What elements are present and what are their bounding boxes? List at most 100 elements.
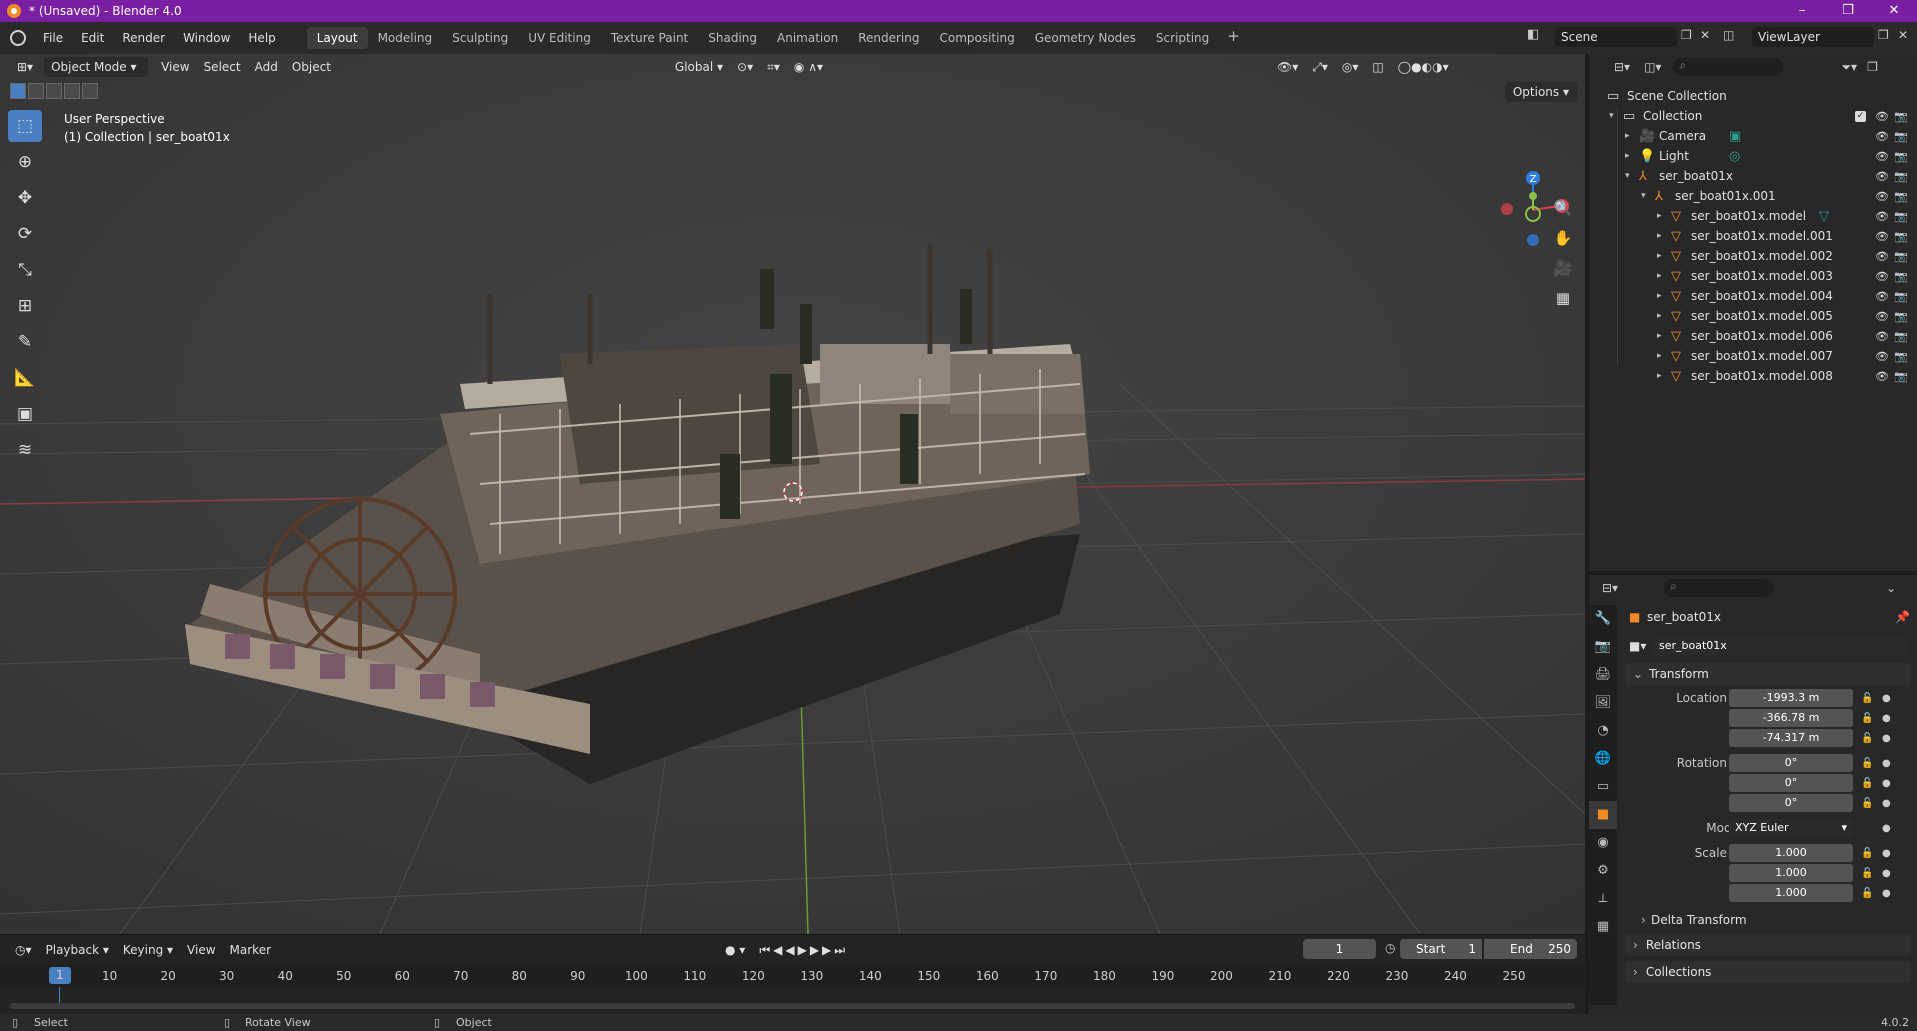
- keyframe-dot-icon[interactable]: ●: [1882, 693, 1891, 704]
- keyframe-dot-icon[interactable]: ●: [1882, 868, 1891, 879]
- timeline-ruler[interactable]: 1 10 20 30 40 50 60 70 80 90 100 110 120 130 140 150 16…: [0, 965, 1585, 987]
- eye-icon[interactable]: 👁: [1875, 150, 1889, 163]
- data-link-icon[interactable]: ◎: [1729, 149, 1740, 164]
- gizmo-toggle-icon[interactable]: ⤢▾: [1305, 57, 1335, 77]
- render-camera-icon[interactable]: 📷: [1894, 250, 1908, 263]
- filter-icon[interactable]: ⏷▾: [1841, 60, 1857, 75]
- menu-marker[interactable]: Marker: [223, 940, 278, 960]
- render-camera-icon[interactable]: 📷: [1894, 210, 1908, 223]
- tab-geometry-nodes[interactable]: Geometry Nodes: [1025, 27, 1146, 49]
- expand-arrow-icon[interactable]: ▸: [1657, 211, 1662, 221]
- pin-icon[interactable]: 📌: [1895, 610, 1910, 624]
- expand-arrow-icon[interactable]: ▸: [1657, 231, 1662, 241]
- properties-editor-type-icon[interactable]: ⊟▾: [1602, 581, 1618, 595]
- tab-sculpting[interactable]: Sculpting: [442, 27, 518, 49]
- output-tab-icon[interactable]: 🖨: [1589, 661, 1617, 689]
- render-camera-icon[interactable]: 📷: [1894, 350, 1908, 363]
- timeline-scrollbar[interactable]: [10, 1003, 1575, 1009]
- location-x-field[interactable]: -1993.3 m: [1729, 689, 1853, 707]
- current-frame-field[interactable]: 1: [1303, 939, 1376, 959]
- keyframe-dot-icon[interactable]: ●: [1882, 713, 1891, 724]
- collection-tab-icon[interactable]: ▭: [1589, 773, 1617, 801]
- eye-icon[interactable]: 👁: [1875, 170, 1889, 183]
- outliner-item-model-008[interactable]: ▸ ▽ ser_boat01x.model.008 👁 📷: [1589, 366, 1917, 386]
- options-button[interactable]: Options ▾: [1504, 82, 1577, 102]
- tool-tab-icon[interactable]: 🔧: [1589, 605, 1617, 633]
- remove-scene-icon[interactable]: ✕: [1700, 28, 1710, 42]
- render-camera-icon[interactable]: 📷: [1894, 310, 1908, 323]
- keyframe-dot-icon[interactable]: ●: [1882, 848, 1891, 859]
- new-collection-icon[interactable]: ❐: [1867, 60, 1878, 74]
- location-z-field[interactable]: -74.317 m: [1729, 729, 1853, 747]
- current-frame-indicator[interactable]: 1: [49, 967, 71, 984]
- blender-menu-icon[interactable]: [10, 30, 26, 46]
- render-camera-icon[interactable]: 📷: [1894, 370, 1908, 383]
- view-layer-tab-icon[interactable]: 🖼: [1589, 689, 1617, 717]
- outliner-item-model-005[interactable]: ▸ ▽ ser_boat01x.model.005 👁 📷: [1589, 306, 1917, 326]
- outliner-item-model-004[interactable]: ▸ ▽ ser_boat01x.model.004 👁 📷: [1589, 286, 1917, 306]
- record-button[interactable]: ● ▾: [718, 940, 752, 960]
- start-frame-field[interactable]: Start 1: [1400, 939, 1482, 959]
- orientation-dropdown[interactable]: Global ▾: [668, 57, 730, 77]
- eye-icon[interactable]: 👁: [1875, 270, 1889, 283]
- pan-hand-icon[interactable]: ✋: [1551, 226, 1575, 250]
- minimize-button[interactable]: –: [1779, 0, 1825, 22]
- eye-icon[interactable]: 👁: [1875, 190, 1889, 203]
- camera-view-icon[interactable]: 🎥: [1551, 256, 1575, 280]
- data-link-icon[interactable]: ▽: [1819, 209, 1829, 224]
- add-cube-tool-icon[interactable]: ▣: [8, 398, 42, 430]
- rotation-mode-dropdown[interactable]: XYZ Euler ▾: [1729, 819, 1853, 837]
- menu-object[interactable]: Object: [285, 57, 338, 77]
- outliner-item-camera[interactable]: ▸ 🎥 Camera ▣ 👁 📷: [1589, 126, 1917, 146]
- rotate-tool-icon[interactable]: ⟳: [8, 218, 42, 250]
- datablock-type-icon[interactable]: ■▾: [1629, 639, 1646, 653]
- lock-icon[interactable]: 🔓: [1861, 848, 1873, 859]
- proportional-edit-icon[interactable]: ◉ ∧▾: [787, 57, 830, 77]
- eye-icon[interactable]: 👁: [1875, 130, 1889, 143]
- lock-icon[interactable]: 🔓: [1861, 733, 1873, 744]
- expand-arrow-icon[interactable]: ▸: [1657, 271, 1662, 281]
- render-camera-icon[interactable]: 📷: [1894, 190, 1908, 203]
- lock-icon[interactable]: 🔓: [1861, 888, 1873, 899]
- tab-rendering[interactable]: Rendering: [848, 27, 929, 49]
- annotate-tool-icon[interactable]: ✎: [8, 326, 42, 358]
- render-camera-icon[interactable]: 📷: [1894, 330, 1908, 343]
- tab-shading[interactable]: Shading: [698, 27, 767, 49]
- menu-add[interactable]: Add: [248, 57, 285, 77]
- object-mode-dropdown[interactable]: Object Mode ▾: [44, 57, 149, 77]
- render-camera-icon[interactable]: 📷: [1894, 170, 1908, 183]
- menu-select[interactable]: Select: [197, 57, 248, 77]
- outliner-item-boat-001[interactable]: ▾ ⅄ ser_boat01x.001 👁 📷: [1589, 186, 1917, 206]
- transform-tool-icon[interactable]: ⊞: [8, 290, 42, 322]
- data-tab-icon[interactable]: ⟂: [1589, 885, 1617, 913]
- outliner-item-model-007[interactable]: ▸ ▽ ser_boat01x.model.007 👁 📷: [1589, 346, 1917, 366]
- data-link-icon[interactable]: ▣: [1729, 129, 1741, 144]
- expand-arrow-icon[interactable]: ▸: [1625, 151, 1630, 161]
- render-camera-icon[interactable]: 📷: [1894, 290, 1908, 303]
- texture-tab-icon[interactable]: ▦: [1589, 913, 1617, 941]
- expand-arrow-icon[interactable]: ▸: [1657, 251, 1662, 261]
- add-workspace-button[interactable]: +: [1219, 27, 1248, 49]
- keyframe-dot-icon[interactable]: ●: [1882, 778, 1891, 789]
- outliner-item-model-003[interactable]: ▸ ▽ ser_boat01x.model.003 👁 📷: [1589, 266, 1917, 286]
- rotation-z-field[interactable]: 0°: [1729, 794, 1853, 812]
- snap-icon[interactable]: ⌗▾: [760, 57, 787, 77]
- measure-tool-icon[interactable]: 📐: [8, 362, 42, 394]
- object-tab-icon[interactable]: ■: [1589, 801, 1617, 829]
- view-layer-icon[interactable]: ◫: [1723, 28, 1734, 42]
- collections-panel-header[interactable]: › Collections: [1625, 961, 1911, 983]
- transform-panel-header[interactable]: ⌄ Transform: [1625, 663, 1911, 685]
- outliner-search-input[interactable]: ⌕: [1673, 58, 1784, 76]
- outliner-collection[interactable]: ▾ ▭ Collection ✓ 👁 📷: [1589, 106, 1917, 126]
- outliner-item-model-001[interactable]: ▸ ▽ ser_boat01x.model.001 👁 📷: [1589, 226, 1917, 246]
- eye-icon[interactable]: 👁: [1875, 230, 1889, 243]
- perspective-toggle-icon[interactable]: ▦: [1551, 286, 1575, 310]
- eye-icon[interactable]: 👁: [1875, 110, 1889, 123]
- scene-selector[interactable]: Scene: [1555, 27, 1677, 47]
- render-camera-icon[interactable]: 📷: [1894, 130, 1908, 143]
- select-subtract-icon[interactable]: [46, 83, 62, 99]
- scale-x-field[interactable]: 1.000: [1729, 844, 1853, 862]
- timeline-editor-type-icon[interactable]: ◷▾: [8, 940, 39, 960]
- select-box-tool-icon[interactable]: ⬚: [8, 110, 42, 142]
- keyframe-dot-icon[interactable]: ●: [1882, 733, 1891, 744]
